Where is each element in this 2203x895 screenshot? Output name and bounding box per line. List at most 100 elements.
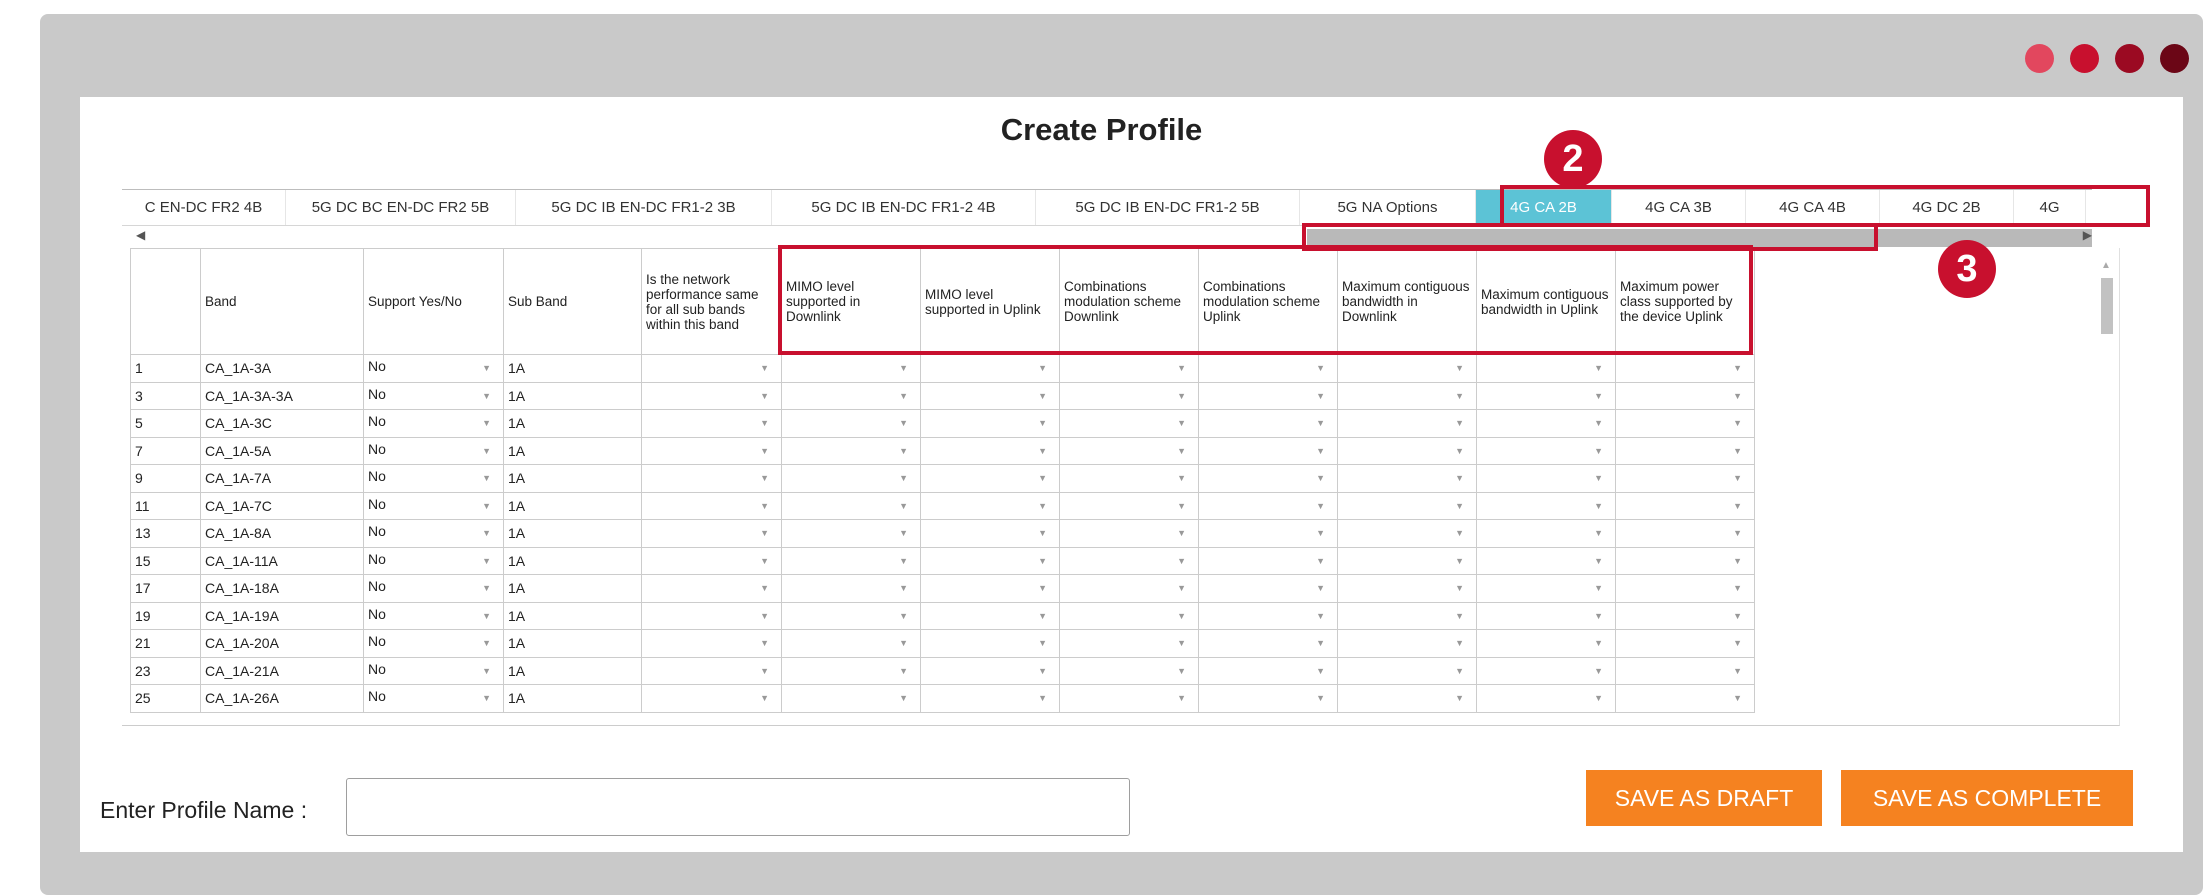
dropdown-cell[interactable]: ▼ [1198,684,1338,713]
dropdown-cell[interactable]: ▼ [1476,381,1616,410]
dropdown-cell[interactable]: ▼ [1198,519,1338,548]
dropdown-cell[interactable]: ▼ [1198,574,1338,603]
chevron-down-icon[interactable]: ▼ [899,661,908,681]
dropdown-cell[interactable]: ▼ [1337,629,1477,658]
chevron-down-icon[interactable]: ▼ [1177,661,1186,681]
dropdown-cell[interactable]: ▼ [641,684,782,713]
dropdown-cell[interactable]: ▼ [1337,464,1477,493]
save-complete-button[interactable]: SAVE AS COMPLETE [1841,770,2133,826]
tab-4g-dc-2b[interactable]: 4G DC 2B [1880,190,2014,225]
chevron-down-icon[interactable]: ▼ [1038,468,1047,488]
tab-5g-dc-ib-en-dc-fr1-2-4b[interactable]: 5G DC IB EN-DC FR1-2 4B [772,190,1036,225]
chevron-down-icon[interactable]: ▼ [482,578,491,598]
chevron-down-icon[interactable]: ▼ [1594,358,1603,378]
tab-c-en-dc-fr2-4b[interactable]: C EN-DC FR2 4B [122,190,286,225]
chevron-down-icon[interactable]: ▼ [1594,496,1603,516]
chevron-down-icon[interactable]: ▼ [1316,606,1325,626]
dropdown-cell[interactable]: ▼ [1198,464,1338,493]
support-select-cell[interactable]: No ▼ [363,656,504,685]
dropdown-cell[interactable]: ▼ [781,464,921,493]
chevron-down-icon[interactable]: ▼ [1733,578,1742,598]
chevron-down-icon[interactable]: ▼ [1316,496,1325,516]
scroll-left-icon[interactable]: ◀ [136,228,145,242]
dropdown-cell[interactable]: ▼ [920,354,1060,383]
chevron-down-icon[interactable]: ▼ [760,606,769,626]
vertical-scrollbar[interactable]: ▲ [2097,260,2117,720]
chevron-down-icon[interactable]: ▼ [899,441,908,461]
chevron-down-icon[interactable]: ▼ [1733,688,1742,708]
chevron-down-icon[interactable]: ▼ [899,578,908,598]
support-select-cell[interactable]: No ▼ [363,491,504,520]
dropdown-cell[interactable]: ▼ [1198,546,1338,575]
chevron-down-icon[interactable]: ▼ [1455,523,1464,543]
chevron-down-icon[interactable]: ▼ [899,633,908,653]
chevron-down-icon[interactable]: ▼ [1594,633,1603,653]
chevron-down-icon[interactable]: ▼ [1177,441,1186,461]
chevron-down-icon[interactable]: ▼ [1733,386,1742,406]
chevron-down-icon[interactable]: ▼ [760,578,769,598]
chevron-down-icon[interactable]: ▼ [1455,386,1464,406]
dropdown-cell[interactable]: ▼ [1615,464,1755,493]
chevron-down-icon[interactable]: ▼ [1733,606,1742,626]
dropdown-cell[interactable]: ▼ [641,546,782,575]
chevron-down-icon[interactable]: ▼ [482,413,491,433]
dropdown-cell[interactable]: ▼ [1198,491,1338,520]
chevron-down-icon[interactable]: ▼ [1455,468,1464,488]
dropdown-cell[interactable]: ▼ [1198,629,1338,658]
chevron-down-icon[interactable]: ▼ [1177,496,1186,516]
support-select-cell[interactable]: No ▼ [363,601,504,630]
dropdown-cell[interactable]: ▼ [781,354,921,383]
chevron-down-icon[interactable]: ▼ [1316,358,1325,378]
dropdown-cell[interactable]: ▼ [1615,519,1755,548]
chevron-down-icon[interactable]: ▼ [1038,358,1047,378]
chevron-down-icon[interactable]: ▼ [1316,633,1325,653]
chevron-down-icon[interactable]: ▼ [1177,688,1186,708]
chevron-down-icon[interactable]: ▼ [1455,413,1464,433]
chevron-down-icon[interactable]: ▼ [1733,441,1742,461]
chevron-down-icon[interactable]: ▼ [760,551,769,571]
dropdown-cell[interactable]: ▼ [1337,381,1477,410]
chevron-down-icon[interactable]: ▼ [482,468,491,488]
chevron-down-icon[interactable]: ▼ [1177,468,1186,488]
dropdown-cell[interactable]: ▼ [1615,656,1755,685]
dropdown-cell[interactable]: ▼ [781,381,921,410]
chevron-down-icon[interactable]: ▼ [482,606,491,626]
chevron-down-icon[interactable]: ▼ [1177,633,1186,653]
dropdown-cell[interactable]: ▼ [1198,436,1338,465]
chevron-down-icon[interactable]: ▼ [1316,551,1325,571]
dropdown-cell[interactable]: ▼ [1059,519,1199,548]
tab-4g-ca-4b[interactable]: 4G CA 4B [1746,190,1880,225]
chevron-down-icon[interactable]: ▼ [1733,358,1742,378]
chevron-down-icon[interactable]: ▼ [899,523,908,543]
dropdown-cell[interactable]: ▼ [1476,409,1616,438]
dropdown-cell[interactable]: ▼ [1476,519,1616,548]
dropdown-cell[interactable]: ▼ [1059,629,1199,658]
dropdown-cell[interactable]: ▼ [641,519,782,548]
chevron-down-icon[interactable]: ▼ [1316,578,1325,598]
chevron-down-icon[interactable]: ▼ [1038,496,1047,516]
chevron-down-icon[interactable]: ▼ [760,523,769,543]
support-select-cell[interactable]: No ▼ [363,519,504,548]
chevron-down-icon[interactable]: ▼ [1177,523,1186,543]
chevron-down-icon[interactable]: ▼ [899,551,908,571]
dropdown-cell[interactable]: ▼ [641,656,782,685]
dropdown-cell[interactable]: ▼ [641,409,782,438]
dropdown-cell[interactable]: ▼ [1476,436,1616,465]
dropdown-cell[interactable]: ▼ [1198,656,1338,685]
chevron-down-icon[interactable]: ▼ [482,496,491,516]
dropdown-cell[interactable]: ▼ [1476,601,1616,630]
tab-5g-dc-ib-en-dc-fr1-2-3b[interactable]: 5G DC IB EN-DC FR1-2 3B [516,190,772,225]
dropdown-cell[interactable]: ▼ [920,601,1060,630]
chevron-down-icon[interactable]: ▼ [1177,551,1186,571]
chevron-down-icon[interactable]: ▼ [1038,551,1047,571]
chevron-down-icon[interactable]: ▼ [1177,578,1186,598]
dropdown-cell[interactable]: ▼ [1615,436,1755,465]
chevron-down-icon[interactable]: ▼ [1038,661,1047,681]
dropdown-cell[interactable]: ▼ [920,436,1060,465]
chevron-down-icon[interactable]: ▼ [482,688,491,708]
chevron-down-icon[interactable]: ▼ [1455,661,1464,681]
chevron-down-icon[interactable]: ▼ [1316,523,1325,543]
chevron-down-icon[interactable]: ▼ [1455,551,1464,571]
chevron-down-icon[interactable]: ▼ [1594,578,1603,598]
chevron-down-icon[interactable]: ▼ [1594,606,1603,626]
